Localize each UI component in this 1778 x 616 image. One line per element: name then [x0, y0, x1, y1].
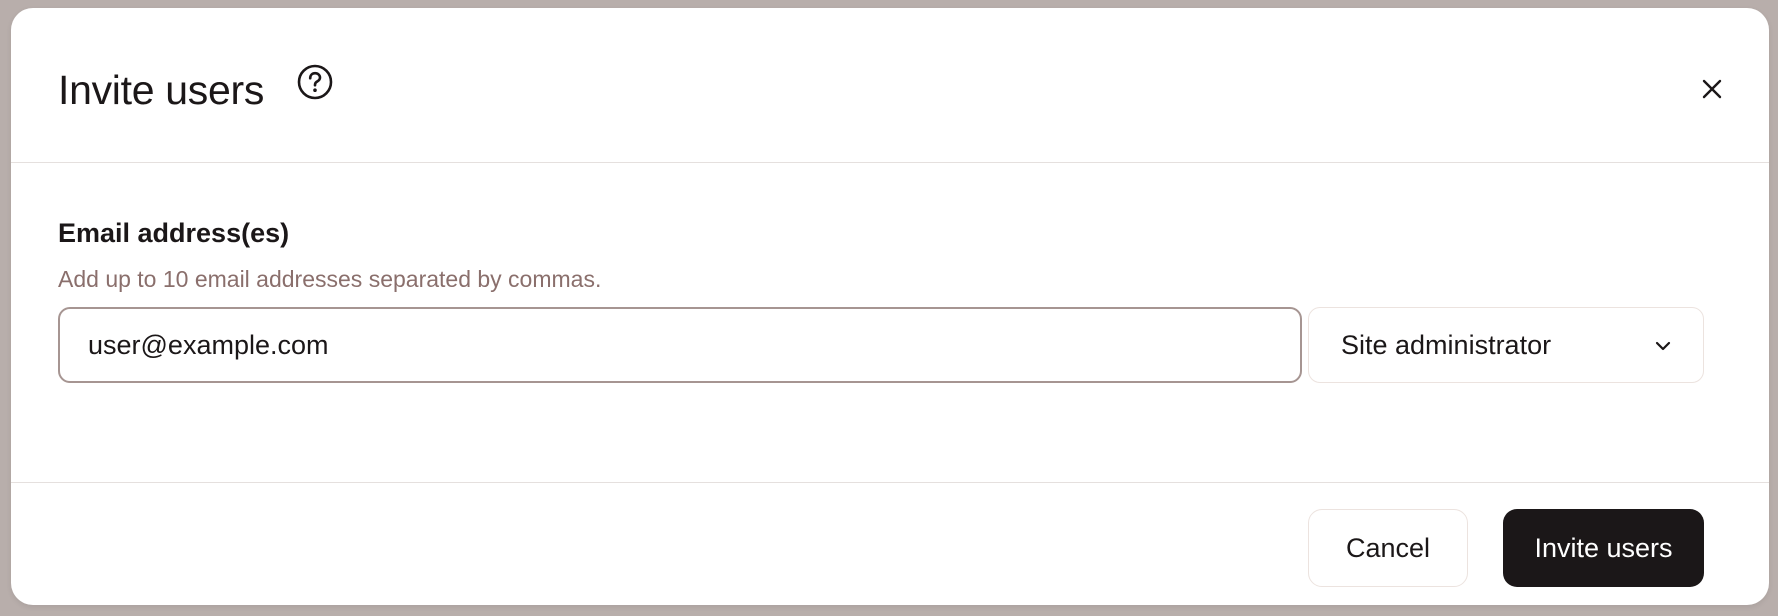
email-field[interactable] [58, 307, 1302, 383]
invite-users-dialog: Invite users Email address(es) Add up to… [11, 8, 1769, 605]
email-field-hint: Add up to 10 email addresses separated b… [58, 266, 602, 292]
invite-users-button[interactable]: Invite users [1503, 509, 1704, 587]
role-select-value: Site administrator [1341, 330, 1552, 360]
chevron-down-icon [1653, 336, 1673, 356]
role-select[interactable]: Site administrator [1308, 307, 1704, 383]
dialog-body: Email address(es) Add up to 10 email add… [11, 164, 1769, 482]
email-field-label: Email address(es) [58, 218, 290, 248]
question-circle-icon[interactable] [296, 63, 334, 101]
dialog-title: Invite users [58, 67, 265, 113]
close-button[interactable] [1689, 68, 1735, 114]
dialog-footer: Cancel Invite users [11, 482, 1769, 605]
close-icon [1701, 78, 1723, 105]
dialog-header: Invite users [11, 8, 1769, 163]
cancel-button[interactable]: Cancel [1308, 509, 1468, 587]
